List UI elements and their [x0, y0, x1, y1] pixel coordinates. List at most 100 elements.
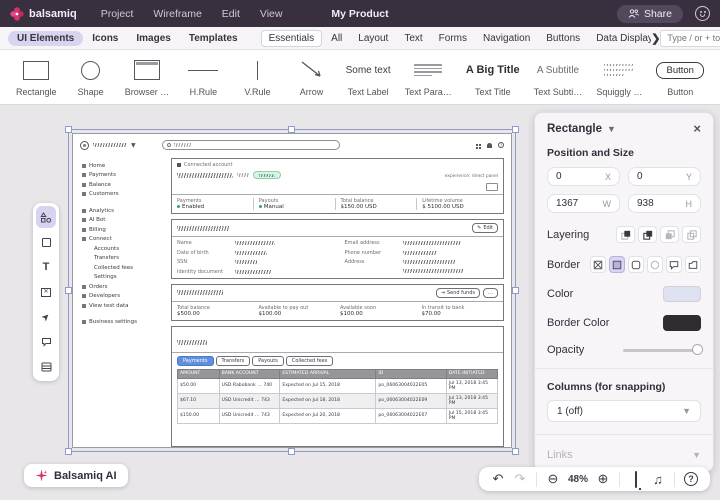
palette-shape[interactable]: Shape [71, 57, 111, 97]
selection-handle[interactable] [512, 126, 519, 133]
palette-text-paragraph[interactable]: Text Para… [405, 57, 452, 97]
wf-tab-payments[interactable]: Payments [177, 356, 214, 366]
tab-icons[interactable]: Icons [83, 31, 127, 46]
wf-bell-icon [487, 143, 492, 148]
columns-select[interactable]: 1 (off) ▼ [547, 400, 701, 422]
elements-palette: Rectangle Shape Browser … H.Rule V.Rule … [0, 50, 720, 105]
columns-select-chevron-icon: ▼ [682, 406, 691, 416]
palette-browser[interactable]: Browser … [125, 57, 170, 97]
category-navigation[interactable]: Navigation [476, 31, 537, 46]
library-search-input[interactable] [660, 30, 720, 47]
category-all[interactable]: All [324, 31, 349, 46]
menu-edit[interactable]: Edit [222, 8, 240, 20]
links-section[interactable]: Links ▼ [547, 449, 701, 461]
present-button[interactable] [625, 472, 647, 487]
wf-send-funds-button[interactable]: ⇥ Send funds [436, 288, 480, 298]
selection-handle[interactable] [288, 448, 295, 455]
selection-handle[interactable] [65, 448, 72, 455]
image-tool-icon[interactable]: ✕ [36, 281, 56, 303]
wf-tab-transfers[interactable]: Transfers [216, 356, 251, 366]
palette-text-subtitle[interactable]: A Subtitle Text Subti… [534, 57, 583, 97]
opacity-slider-knob[interactable] [692, 344, 703, 355]
arrow-tool-icon[interactable]: ➤ [36, 306, 56, 328]
palette-text-title[interactable]: A Big Title Text Title [466, 57, 520, 97]
data-grid-tool-icon[interactable] [36, 356, 56, 378]
palette-rectangle[interactable]: Rectangle [16, 57, 57, 97]
bring-to-front-icon[interactable] [616, 226, 635, 243]
border-bubble-icon[interactable] [666, 256, 682, 273]
inspector-title[interactable]: Rectangle [547, 123, 602, 135]
selection-handle[interactable] [512, 448, 519, 455]
selection-handle[interactable] [65, 287, 72, 294]
wireframe-mockup[interactable]: ▼ ? Home Payments Balance Customers Anal… [72, 133, 512, 448]
zoom-out-button[interactable]: ⊖ [542, 471, 564, 487]
brand-name: balsamiq [29, 8, 77, 20]
share-button[interactable]: Share [617, 5, 683, 23]
opacity-slider[interactable] [623, 349, 701, 352]
menu-project[interactable]: Project [101, 8, 134, 20]
layering-label: Layering [547, 229, 589, 241]
category-layout[interactable]: Layout [351, 31, 395, 46]
selection-handle[interactable] [65, 126, 72, 133]
palette-text-label[interactable]: Some text Text Label [346, 57, 391, 97]
border-rectangle-icon[interactable] [609, 256, 625, 273]
music-button[interactable]: ♫ [647, 472, 669, 487]
height-input[interactable]: H [628, 194, 701, 213]
y-input[interactable]: Y [628, 167, 701, 186]
palette-hrule[interactable]: H.Rule [183, 57, 223, 97]
browser-preview-icon [134, 60, 160, 80]
palette-vrule[interactable]: V.Rule [237, 57, 277, 97]
inspector-title-chevron-icon[interactable]: ▼ [607, 124, 616, 134]
x-input[interactable]: X [547, 167, 620, 186]
send-backward-icon[interactable] [660, 226, 679, 243]
inspector-close-button[interactable]: × [693, 122, 701, 135]
text-tool-icon[interactable]: T [36, 256, 56, 278]
zoom-in-button[interactable]: ⊕ [592, 471, 614, 487]
menu-view[interactable]: View [260, 8, 283, 20]
ui-library-tool-icon[interactable] [36, 206, 56, 228]
category-forms[interactable]: Forms [432, 31, 474, 46]
border-rounded-icon[interactable] [628, 256, 644, 273]
palette-arrow[interactable]: Arrow [292, 57, 332, 97]
border-color-swatch[interactable] [663, 315, 701, 331]
category-data-display[interactable]: Data Display [589, 31, 651, 46]
palette-squiggly[interactable]: Squiggly … [596, 57, 642, 97]
rectangle-tool-icon[interactable] [36, 231, 56, 253]
comment-tool-icon[interactable] [36, 331, 56, 353]
selection-handle[interactable] [288, 126, 295, 133]
undo-button[interactable]: ↶ [487, 471, 509, 487]
brand[interactable]: balsamiq [10, 7, 77, 21]
help-button[interactable]: ? [680, 472, 702, 486]
tab-images[interactable]: Images [127, 31, 179, 46]
category-text[interactable]: Text [397, 31, 429, 46]
wf-search-bar [162, 140, 340, 150]
tab-ui-elements[interactable]: UI Elements [8, 31, 83, 46]
bottom-toolbar: ↶ ↷ ⊖ 48% ⊕ ♫ ? [479, 467, 710, 491]
menu-wireframe[interactable]: Wireframe [153, 8, 201, 20]
categories-overflow-chevron-icon[interactable]: ❯ [651, 32, 660, 45]
fill-color-swatch[interactable] [663, 286, 701, 302]
zoom-level[interactable]: 48% [564, 474, 592, 485]
category-essentials[interactable]: Essentials [261, 30, 323, 47]
balsamiq-ai-button[interactable]: Balsamiq AI [24, 464, 128, 487]
palette-button[interactable]: Button Button [656, 57, 703, 97]
bring-forward-icon[interactable] [638, 226, 657, 243]
account-avatar-icon[interactable] [695, 6, 710, 21]
width-input[interactable]: W [547, 194, 620, 213]
redo-button[interactable]: ↷ [509, 471, 531, 487]
selection-handle[interactable] [512, 287, 519, 294]
library-tabbar: UI Elements Icons Images Templates Essen… [0, 27, 720, 50]
border-none-icon[interactable] [590, 256, 606, 273]
wf-more-button[interactable]: … [483, 288, 498, 298]
canvas-area[interactable]: T ✕ ➤ ▼ [0, 105, 720, 500]
wf-edit-button[interactable]: ✎ Edit [472, 223, 498, 233]
category-buttons[interactable]: Buttons [539, 31, 587, 46]
wf-tab-collected-fees[interactable]: Collected fees [286, 356, 333, 366]
inspector-panel: Rectangle ▼ × Position and Size X Y W H … [534, 112, 714, 472]
wf-tab-payouts[interactable]: Payouts [252, 356, 284, 366]
tab-templates[interactable]: Templates [180, 31, 247, 46]
send-to-back-icon[interactable] [682, 226, 701, 243]
vrule-preview-icon [257, 61, 258, 80]
border-tag-icon[interactable] [685, 256, 701, 273]
border-ellipse-icon[interactable] [647, 256, 663, 273]
